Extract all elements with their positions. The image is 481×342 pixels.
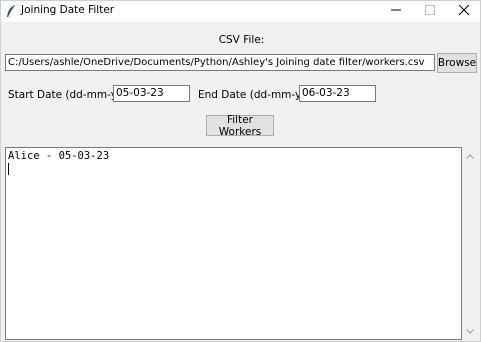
- csv-path-field[interactable]: C:/Users/ashle/OneDrive/Documents/Python…: [5, 54, 435, 71]
- title-bar[interactable]: Joining Date Filter: [1, 1, 480, 22]
- scroll-up-button[interactable]: [462, 149, 478, 163]
- chevron-up-icon: [466, 150, 474, 162]
- vertical-scrollbar[interactable]: [462, 147, 478, 340]
- window-title: Joining Date Filter: [21, 4, 115, 16]
- scroll-down-button[interactable]: [462, 324, 478, 338]
- maximize-icon: [425, 5, 435, 18]
- csv-file-label: CSV File:: [218, 34, 265, 46]
- browse-button[interactable]: Browse: [437, 53, 477, 73]
- maximize-button[interactable]: [412, 1, 448, 22]
- filter-workers-button[interactable]: Filter Workers: [206, 114, 274, 138]
- feather-icon: [5, 4, 17, 18]
- chevron-down-icon: [466, 325, 474, 337]
- close-icon: [458, 4, 470, 18]
- close-button[interactable]: [446, 1, 481, 22]
- end-date-label: End Date (dd-mm-yy):: [198, 89, 316, 101]
- result-line: Alice - 05-03-23: [8, 150, 110, 162]
- app-window: Joining Date Filter CSV File: C:/Users/a…: [0, 0, 481, 342]
- end-date-field[interactable]: 06-03-23: [299, 85, 376, 102]
- start-date-field[interactable]: 05-03-23: [113, 85, 190, 102]
- results-text-area[interactable]: Alice - 05-03-23: [5, 147, 462, 340]
- text-cursor: [8, 163, 9, 175]
- minimize-icon: [391, 5, 401, 18]
- minimize-button[interactable]: [378, 1, 414, 22]
